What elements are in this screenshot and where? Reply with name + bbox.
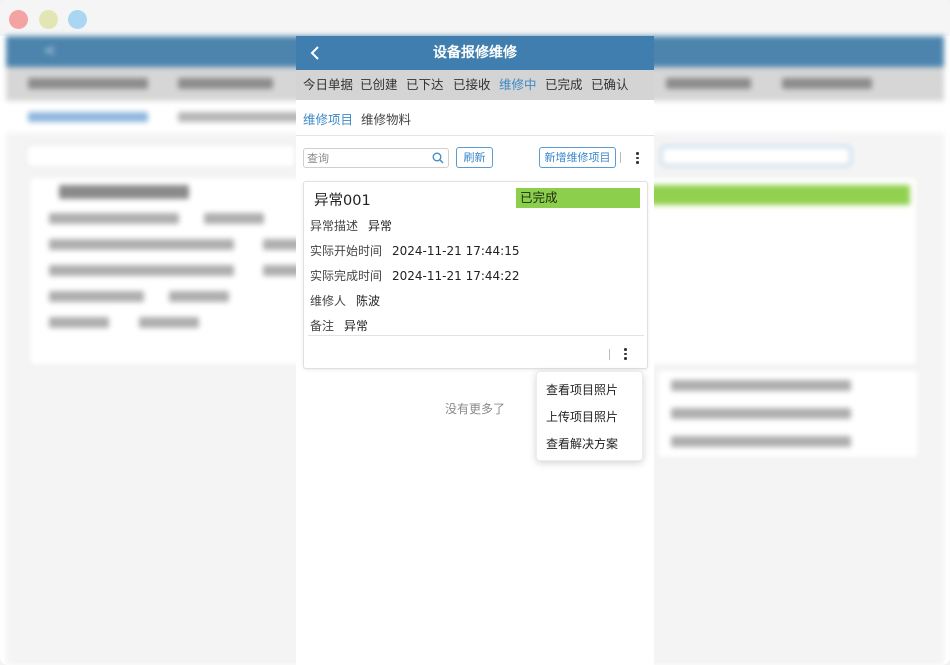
sub-tab-repair-items[interactable]: 维修项目 xyxy=(303,109,353,128)
repair-item-card: 异常001 已完成 异常描述 异常 实际开始时间 2024-11-21 17:44:… xyxy=(303,181,648,369)
sub-tab-repair-materials[interactable]: 维修物料 xyxy=(361,109,411,128)
menu-item-view-photos[interactable]: 查看项目照片 xyxy=(546,381,618,398)
share-icon: < xyxy=(44,43,56,59)
sub-tab-bar: 维修项目 维修物料 xyxy=(296,100,654,136)
menu-item-view-solution[interactable]: 查看解决方案 xyxy=(546,435,618,452)
tab-received[interactable]: 已接收 xyxy=(453,70,491,100)
field-actual-finish: 实际完成时间 2024-11-21 17:44:22 xyxy=(310,267,519,284)
background-search xyxy=(26,144,296,168)
maximize-window-button[interactable] xyxy=(68,10,87,29)
chevron-left-icon[interactable] xyxy=(306,42,326,64)
tab-issued[interactable]: 已下达 xyxy=(406,70,444,100)
field-repairer: 维修人 陈波 xyxy=(310,292,380,309)
refresh-button[interactable]: 刷新 xyxy=(456,147,493,168)
tab-confirmed[interactable]: 已确认 xyxy=(591,70,629,100)
tab-created[interactable]: 已创建 xyxy=(360,70,398,100)
field-value: 异常 xyxy=(344,319,369,333)
search-box xyxy=(303,148,449,168)
card-action-divider xyxy=(609,349,610,360)
field-label: 备注 xyxy=(310,319,335,333)
toolbar-divider xyxy=(620,152,621,163)
window-titlebar xyxy=(0,0,950,36)
field-description: 异常描述 异常 xyxy=(310,217,392,234)
toolbar-more-icon[interactable] xyxy=(630,150,644,166)
field-label: 维修人 xyxy=(310,294,347,308)
search-input[interactable] xyxy=(307,150,427,166)
tab-in-repair[interactable]: 维修中 xyxy=(499,70,537,100)
field-label: 异常描述 xyxy=(310,219,359,233)
field-value: 2024-11-21 17:44:22 xyxy=(392,269,520,283)
field-remark: 备注 异常 xyxy=(310,317,368,334)
card-action-menu: 查看项目照片 上传项目照片 查看解决方案 xyxy=(536,371,643,461)
card-more-icon[interactable] xyxy=(618,346,632,362)
background-status xyxy=(646,185,910,205)
search-icon[interactable] xyxy=(432,152,444,164)
field-label: 实际开始时间 xyxy=(310,244,383,258)
status-badge: 已完成 xyxy=(516,188,640,208)
add-repair-item-button[interactable]: 新增维修项目 xyxy=(539,147,616,168)
field-actual-start: 实际开始时间 2024-11-21 17:44:15 xyxy=(310,242,519,259)
background-button xyxy=(661,146,851,166)
tab-completed[interactable]: 已完成 xyxy=(545,70,583,100)
card-divider xyxy=(308,335,644,336)
panel-header: 设备报修维修 xyxy=(296,36,654,70)
repair-panel: 设备报修维修 今日单据 已创建 已下达 已接收 维修中 已完成 已确认 维修项目… xyxy=(296,36,654,665)
tab-today[interactable]: 今日单据 xyxy=(303,70,353,100)
field-value: 陈波 xyxy=(356,294,381,308)
background-menu xyxy=(656,369,920,459)
page-title: 设备报修维修 xyxy=(433,45,517,61)
field-label: 实际完成时间 xyxy=(310,269,383,283)
field-value: 2024-11-21 17:44:15 xyxy=(392,244,520,258)
card-title: 异常001 xyxy=(314,193,371,209)
field-value: 异常 xyxy=(368,219,393,233)
close-window-button[interactable] xyxy=(9,10,28,29)
menu-item-upload-photos[interactable]: 上传项目照片 xyxy=(546,408,618,425)
app-window: < 设备报修维修 今日单据 已创建 已下达 已接收 维修中 已完成 已确认 维修… xyxy=(0,0,950,665)
minimize-window-button[interactable] xyxy=(39,10,58,29)
status-tab-bar: 今日单据 已创建 已下达 已接收 维修中 已完成 已确认 xyxy=(296,70,654,100)
